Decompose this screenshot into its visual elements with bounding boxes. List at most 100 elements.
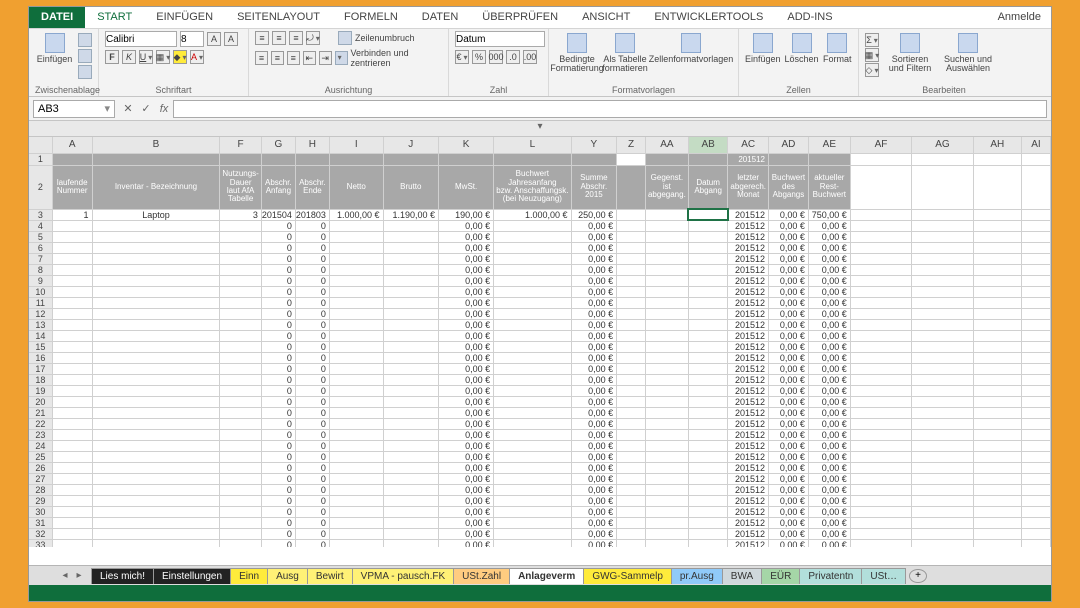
cell-B22[interactable] xyxy=(92,418,220,429)
cell-AI24[interactable] xyxy=(1021,440,1050,451)
cell-F16[interactable] xyxy=(220,352,261,363)
cell-AG30[interactable] xyxy=(912,506,974,517)
worksheet-grid[interactable]: ABFGHIJKLYZAAABACADAEAFAGAHAI12015122lau… xyxy=(29,137,1051,547)
cell-AA32[interactable] xyxy=(645,528,688,539)
col-header-Z[interactable]: Z xyxy=(617,137,646,153)
currency-button[interactable]: € xyxy=(455,50,469,64)
cell-AA21[interactable] xyxy=(645,407,688,418)
cell-AD6[interactable]: 0,00 € xyxy=(769,242,809,253)
conditional-formatting-button[interactable]: Bedingte Formatierung xyxy=(555,31,599,76)
cell-B7[interactable] xyxy=(92,253,220,264)
cell-A28[interactable] xyxy=(52,484,92,495)
cell-J25[interactable] xyxy=(383,451,439,462)
cell-F8[interactable] xyxy=(220,264,261,275)
cell-AG9[interactable] xyxy=(912,275,974,286)
format-as-table-button[interactable]: Als Tabelle formatieren xyxy=(603,31,647,76)
cell-AH23[interactable] xyxy=(973,429,1021,440)
cell-AG12[interactable] xyxy=(912,308,974,319)
italic-button[interactable]: K xyxy=(122,50,136,64)
cell-AE12[interactable]: 0,00 € xyxy=(808,308,850,319)
col-header-Y[interactable]: Y xyxy=(571,137,617,153)
cell-AH19[interactable] xyxy=(973,385,1021,396)
wrap-text-icon[interactable] xyxy=(338,31,352,45)
cell-AH9[interactable] xyxy=(973,275,1021,286)
cell-AE19[interactable]: 0,00 € xyxy=(808,385,850,396)
cell-AE5[interactable]: 0,00 € xyxy=(808,231,850,242)
col-header-G[interactable]: G xyxy=(261,137,295,153)
cell-AC11[interactable]: 201512 xyxy=(728,297,769,308)
cell-AH5[interactable] xyxy=(973,231,1021,242)
cell-AH30[interactable] xyxy=(973,506,1021,517)
cell-L23[interactable] xyxy=(494,429,571,440)
cell-AF27[interactable] xyxy=(850,473,911,484)
new-sheet-button[interactable]: + xyxy=(909,569,927,583)
cell-Z31[interactable] xyxy=(617,517,646,528)
cell-AA3[interactable] xyxy=(645,209,688,220)
cell-AI9[interactable] xyxy=(1021,275,1050,286)
cell-Y4[interactable]: 0,00 € xyxy=(571,220,617,231)
cell-AF14[interactable] xyxy=(850,330,911,341)
cell-A20[interactable] xyxy=(52,396,92,407)
col-header-F[interactable]: F xyxy=(220,137,261,153)
cell-K5[interactable]: 0,00 € xyxy=(439,231,494,242)
col-header-AF[interactable]: AF xyxy=(850,137,911,153)
col-header-AA[interactable]: AA xyxy=(645,137,688,153)
cell-L31[interactable] xyxy=(494,517,571,528)
cell-K25[interactable]: 0,00 € xyxy=(439,451,494,462)
cell-9[interactable]: 9 xyxy=(29,275,52,286)
cell[interactable] xyxy=(1021,153,1050,165)
cell-AH6[interactable] xyxy=(973,242,1021,253)
cell-AE4[interactable]: 0,00 € xyxy=(808,220,850,231)
cell-F14[interactable] xyxy=(220,330,261,341)
cell-AA31[interactable] xyxy=(645,517,688,528)
cell-B15[interactable] xyxy=(92,341,220,352)
col-header-B[interactable]: B xyxy=(92,137,220,153)
cell-AC5[interactable]: 201512 xyxy=(728,231,769,242)
cell-AB19[interactable] xyxy=(688,385,728,396)
cell-AC7[interactable]: 201512 xyxy=(728,253,769,264)
cell[interactable] xyxy=(688,153,728,165)
cell-31[interactable]: 31 xyxy=(29,517,52,528)
cell-K23[interactable]: 0,00 € xyxy=(439,429,494,440)
cell-AF12[interactable] xyxy=(850,308,911,319)
cell-A16[interactable] xyxy=(52,352,92,363)
cell-AA6[interactable] xyxy=(645,242,688,253)
cell-H12[interactable]: 0 xyxy=(295,308,329,319)
cell-H11[interactable]: 0 xyxy=(295,297,329,308)
cell[interactable] xyxy=(295,153,329,165)
cell-H8[interactable]: 0 xyxy=(295,264,329,275)
cell-AG31[interactable] xyxy=(912,517,974,528)
sheet-tab-bewirt[interactable]: Bewirt xyxy=(307,568,353,584)
header-cell-[interactable]: 2 xyxy=(29,165,52,209)
tab-start[interactable]: START xyxy=(85,7,144,28)
header-cell-AF[interactable] xyxy=(850,165,911,209)
cell-AF9[interactable] xyxy=(850,275,911,286)
cell-H6[interactable]: 0 xyxy=(295,242,329,253)
cell-AF26[interactable] xyxy=(850,462,911,473)
cell-B30[interactable] xyxy=(92,506,220,517)
cell-Y17[interactable]: 0,00 € xyxy=(571,363,617,374)
cell[interactable] xyxy=(494,153,571,165)
formula-input[interactable] xyxy=(173,100,1047,118)
cell-Y26[interactable]: 0,00 € xyxy=(571,462,617,473)
cell-G31[interactable]: 0 xyxy=(261,517,295,528)
cell-J31[interactable] xyxy=(383,517,439,528)
cell-Z18[interactable] xyxy=(617,374,646,385)
cell-AF23[interactable] xyxy=(850,429,911,440)
cell-F28[interactable] xyxy=(220,484,261,495)
cell-AI14[interactable] xyxy=(1021,330,1050,341)
cell-B29[interactable] xyxy=(92,495,220,506)
cell-J14[interactable] xyxy=(383,330,439,341)
cell-H4[interactable]: 0 xyxy=(295,220,329,231)
cell-AD12[interactable]: 0,00 € xyxy=(769,308,809,319)
cell-AA5[interactable] xyxy=(645,231,688,242)
cell-AG26[interactable] xyxy=(912,462,974,473)
decrease-font-icon[interactable]: A xyxy=(224,32,238,46)
cell-AH10[interactable] xyxy=(973,286,1021,297)
cell-L20[interactable] xyxy=(494,396,571,407)
cell-Y15[interactable]: 0,00 € xyxy=(571,341,617,352)
cell-I27[interactable] xyxy=(329,473,383,484)
cell-AG19[interactable] xyxy=(912,385,974,396)
cell-J29[interactable] xyxy=(383,495,439,506)
cell-G22[interactable]: 0 xyxy=(261,418,295,429)
